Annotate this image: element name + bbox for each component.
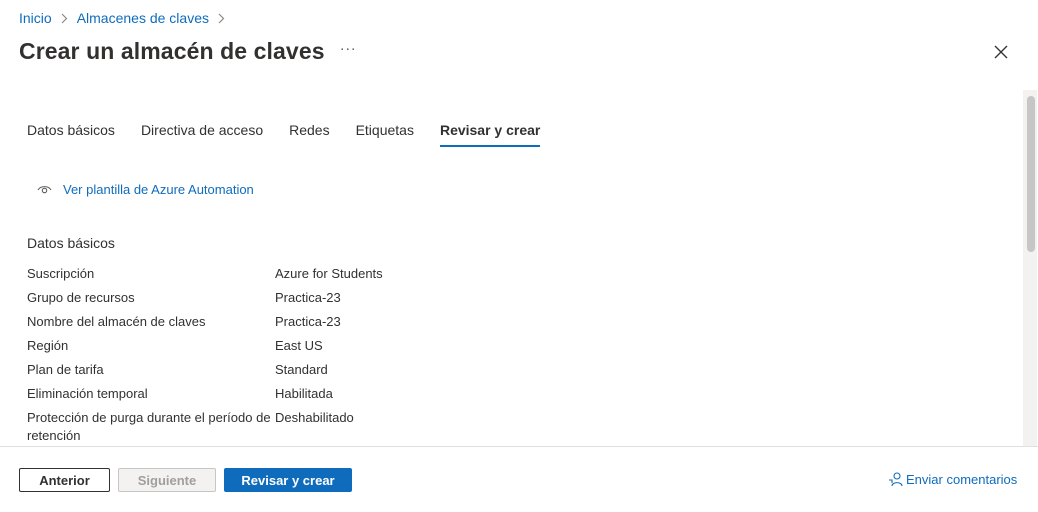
view-automation-template-link[interactable]: Ver plantilla de Azure Automation	[37, 181, 254, 197]
tab-etiquetas[interactable]: Etiquetas	[356, 122, 414, 147]
row-label: Grupo de recursos	[27, 290, 135, 305]
feedback-person-icon	[888, 471, 904, 487]
next-button: Siguiente	[118, 468, 216, 492]
close-button[interactable]	[990, 41, 1012, 63]
row-label: Nombre del almacén de claves	[27, 314, 206, 329]
send-feedback-link[interactable]: Enviar comentarios	[888, 471, 1017, 487]
row-value: Practica-23	[275, 290, 341, 305]
eye-icon	[37, 181, 53, 197]
breadcrumb-link-inicio[interactable]: Inicio	[19, 10, 52, 26]
close-icon	[994, 45, 1008, 59]
row-label: Protección de purga durante el período d…	[27, 410, 271, 443]
summary-row: Nombre del almacén de claves Practica-23	[27, 313, 383, 337]
row-value: East US	[275, 338, 323, 353]
page-title: Crear un almacén de claves	[19, 38, 325, 64]
summary-row: Eliminación temporal Habilitada	[27, 385, 383, 409]
summary-row: Plan de tarifa Standard	[27, 361, 383, 385]
breadcrumb: Inicio Almacenes de claves	[19, 10, 234, 26]
row-label: Región	[27, 338, 69, 353]
scrollbar-thumb[interactable]	[1027, 96, 1035, 252]
section-title-datos-basicos: Datos básicos	[27, 235, 115, 251]
chevron-right-icon	[61, 13, 68, 24]
tab-datos-basicos[interactable]: Datos básicos	[27, 122, 115, 147]
summary-row: Protección de purga durante el período d…	[27, 409, 383, 445]
row-value: Practica-23	[275, 314, 341, 329]
row-value: Standard	[275, 362, 328, 377]
summary-row: Grupo de recursos Practica-23	[27, 289, 383, 313]
summary-row: Suscripción Azure for Students	[27, 265, 383, 289]
summary-table: Suscripción Azure for Students Grupo de …	[27, 265, 383, 445]
review-create-button[interactable]: Revisar y crear	[224, 468, 352, 492]
row-value: Deshabilitado	[275, 410, 354, 425]
previous-button[interactable]: Anterior	[19, 468, 110, 492]
tab-directiva-acceso[interactable]: Directiva de acceso	[141, 122, 263, 147]
row-label: Eliminación temporal	[27, 386, 148, 401]
tab-revisar-crear[interactable]: Revisar y crear	[439, 122, 541, 147]
feedback-label: Enviar comentarios	[906, 471, 1018, 487]
tab-bar: Datos básicos Directiva de acceso Redes …	[27, 122, 541, 147]
template-link-label: Ver plantilla de Azure Automation	[63, 181, 254, 197]
row-label: Plan de tarifa	[27, 362, 104, 377]
breadcrumb-link-almacenes[interactable]: Almacenes de claves	[77, 10, 209, 26]
summary-row: Región East US	[27, 337, 383, 361]
row-label: Suscripción	[27, 266, 95, 281]
chevron-right-icon	[218, 13, 225, 24]
row-value: Azure for Students	[275, 266, 383, 281]
row-value: Habilitada	[275, 386, 333, 401]
footer-bar: Anterior Siguiente Revisar y crear Envia…	[0, 446, 1038, 512]
more-options-button[interactable]: ···	[338, 41, 358, 62]
tab-redes[interactable]: Redes	[289, 122, 329, 147]
